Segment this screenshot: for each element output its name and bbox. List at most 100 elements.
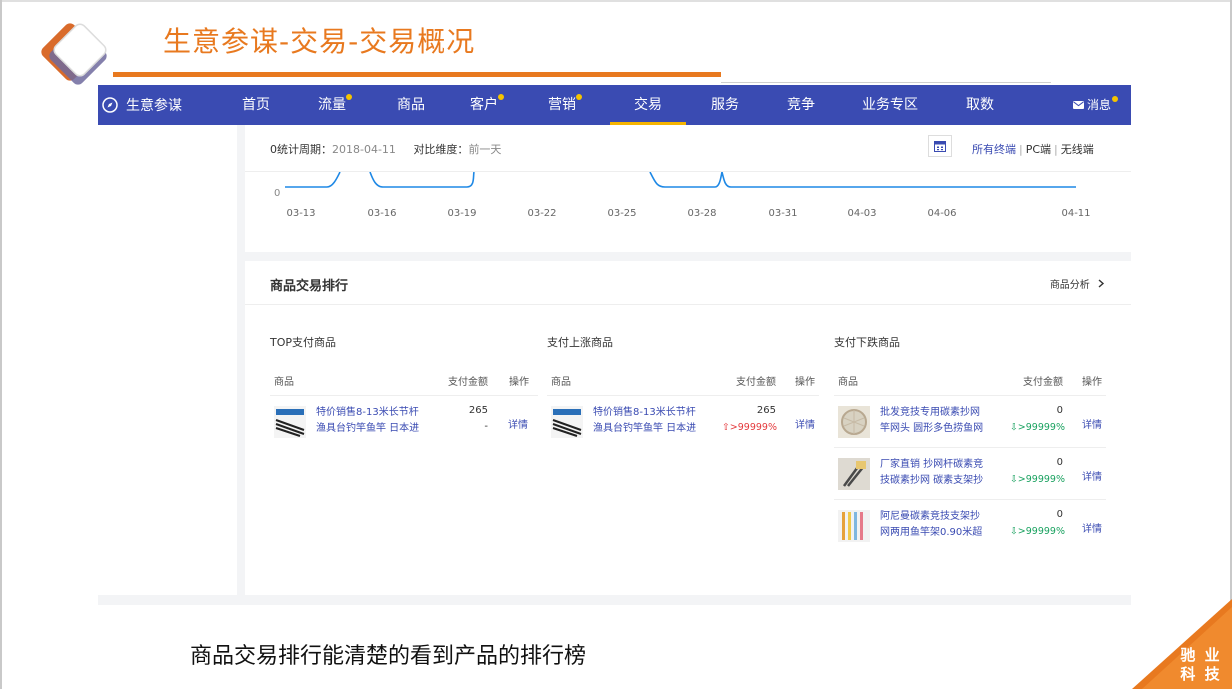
product-name-link[interactable]: 厂家直销 抄网杆碳素竞 技碳素抄网 碳素支架抄 <box>880 457 998 489</box>
change-rate-up: ⇧>99999% <box>707 422 777 433</box>
product-name-line: 特价销售8-13米长节杆 <box>316 407 419 418</box>
x-tick-label: 03-16 <box>367 208 396 219</box>
top-nav: 生意参谋 首页 流量 商品 客户 营销 交易 服务 竞争 业务专区 取数 消息 <box>98 85 1131 125</box>
y-tick-label: 0 <box>274 188 280 199</box>
pay-amount: 265 <box>468 405 488 416</box>
nav-label: 营销 <box>548 97 576 113</box>
divider <box>547 395 819 396</box>
nav-item-customer[interactable]: 客户 <box>454 85 514 125</box>
ranking-title: 商品交易排行 <box>270 279 349 294</box>
nav-item-marketing[interactable]: 营销 <box>514 85 610 125</box>
nav-label: 交易 <box>634 97 662 113</box>
pay-amount: 0 <box>1056 509 1063 520</box>
col-header-product: 商品 <box>274 377 294 388</box>
arrow-down-icon: ⇩ <box>1009 422 1018 433</box>
nav-item-product[interactable]: 商品 <box>368 85 454 125</box>
compass-icon <box>102 97 118 113</box>
message-button[interactable]: 消息 <box>1072 85 1118 125</box>
tab-pc[interactable]: PC端 <box>1026 143 1051 156</box>
trend-panel: 0统计周期：2018-04-11 对比维度：前一天 所有终端 | PC端 | 无线端 0… <box>245 125 1131 252</box>
x-tick-label: 03-22 <box>527 208 556 219</box>
notification-dot <box>498 94 504 100</box>
product-name-link[interactable]: 特价销售8-13米长节杆 渔具台钓竿鱼竿 日本进 <box>316 405 434 437</box>
message-label: 消息 <box>1086 98 1111 112</box>
nav-brand[interactable]: 生意参谋 <box>102 95 216 115</box>
col-header-action: 操作 <box>795 377 815 388</box>
pay-amount: 0 <box>1056 457 1063 468</box>
change-rate: - <box>484 421 488 432</box>
title-underline <box>113 72 721 77</box>
change-rate-value: >99999% <box>1017 474 1065 485</box>
nav-label: 取数 <box>966 97 994 113</box>
nav-item-trade[interactable]: 交易 <box>610 85 686 125</box>
product-name-line: 网两用鱼竿架0.90米超 <box>880 527 983 538</box>
period-value[interactable]: 2018-04-11 <box>332 143 396 156</box>
change-rate-value: >99999% <box>1017 526 1065 537</box>
corner-brand: 驰 业 科 技 <box>1180 646 1222 684</box>
notification-dot <box>346 94 352 100</box>
divider <box>834 499 1106 500</box>
product-analysis-link[interactable]: 商品分析 <box>1050 276 1105 291</box>
nav-label: 商品 <box>397 97 425 113</box>
arrow-up-icon: ⇧ <box>721 422 730 433</box>
col-header-amount: 支付金额 <box>1023 377 1063 388</box>
x-tick-label: 03-31 <box>768 208 797 219</box>
product-name-link[interactable]: 特价销售8-13米长节杆 渔具台钓竿鱼竿 日本进 <box>593 405 711 437</box>
app-screenshot: 生意参谋 首页 流量 商品 客户 营销 交易 服务 竞争 业务专区 取数 消息 … <box>98 85 1131 620</box>
brand-label: 生意参谋 <box>126 98 182 114</box>
filter-row: 0统计周期：2018-04-11 对比维度：前一天 <box>270 141 501 157</box>
x-tick-label: 03-13 <box>286 208 315 219</box>
x-tick-label: 03-28 <box>687 208 716 219</box>
arrow-down-icon: ⇩ <box>1009 526 1018 537</box>
product-name-line: 厂家直销 抄网杆碳素竞 <box>880 459 984 470</box>
x-tick-label: 04-03 <box>847 208 876 219</box>
corner-brand-line: 科 技 <box>1180 665 1222 683</box>
detail-link[interactable]: 详情 <box>1082 416 1102 431</box>
mail-icon <box>1072 101 1084 109</box>
device-tabs: 所有终端 | PC端 | 无线端 <box>972 141 1094 157</box>
calendar-button[interactable] <box>928 135 952 157</box>
change-rate-value: >99999% <box>729 422 777 433</box>
arrow-down-icon: ⇩ <box>1009 474 1018 485</box>
col-header-product: 商品 <box>551 377 571 388</box>
nav-item-competition[interactable]: 竞争 <box>764 85 838 125</box>
product-name-line: 竿网头 圆形多色捞鱼网 <box>880 423 984 434</box>
nav-item-data-fetch[interactable]: 取数 <box>942 85 1018 125</box>
product-name-line: 渔具台钓竿鱼竿 日本进 <box>316 423 420 434</box>
slide-caption: 商品交易排行能清楚的看到产品的排行榜 <box>190 644 587 669</box>
nav-item-home[interactable]: 首页 <box>216 85 296 125</box>
product-name-link[interactable]: 阿尼曼碳素竞技支架抄 网两用鱼竿架0.90米超 <box>880 509 998 541</box>
product-name-line: 批发竞技专用碳素抄网 <box>880 407 980 418</box>
top-pay-title: TOP支付商品 <box>270 336 337 349</box>
product-thumbnail-fishing-rod <box>551 406 583 438</box>
notification-dot <box>1112 96 1118 102</box>
compare-label: 对比维度： <box>413 143 469 156</box>
product-name-link[interactable]: 批发竞技专用碳素抄网 竿网头 圆形多色捞鱼网 <box>880 405 998 437</box>
nav-label: 客户 <box>470 97 498 113</box>
tab-separator: | <box>1019 143 1023 156</box>
nav-item-service[interactable]: 服务 <box>686 85 764 125</box>
tab-wireless[interactable]: 无线端 <box>1061 143 1094 156</box>
detail-link[interactable]: 详情 <box>795 416 815 431</box>
slide-border <box>0 0 1232 2</box>
product-name-line: 技碳素抄网 碳素支架抄 <box>880 475 984 486</box>
product-name-line: 渔具台钓竿鱼竿 日本进 <box>593 423 697 434</box>
change-rate-value: >99999% <box>1017 422 1065 433</box>
corner-brand-line: 驰 业 <box>1180 646 1222 664</box>
compare-value[interactable]: 前一天 <box>468 143 501 156</box>
nav-label: 服务 <box>711 97 739 113</box>
divider <box>245 304 1131 305</box>
trend-line <box>285 172 1076 188</box>
col-header-action: 操作 <box>509 377 529 388</box>
detail-link[interactable]: 详情 <box>508 416 528 431</box>
detail-link[interactable]: 详情 <box>1082 468 1102 483</box>
detail-link[interactable]: 详情 <box>1082 520 1102 535</box>
nav-item-business-zone[interactable]: 业务专区 <box>838 85 942 125</box>
nav-label: 竞争 <box>787 97 815 113</box>
tab-all-devices[interactable]: 所有终端 <box>972 143 1016 156</box>
x-axis: 03-13 03-16 03-19 03-22 03-25 03-28 03-31 04-03… <box>286 208 1090 219</box>
nav-item-traffic[interactable]: 流量 <box>296 85 368 125</box>
tab-separator: | <box>1054 143 1058 156</box>
pay-amount: 0 <box>1056 405 1063 416</box>
x-tick-label: 04-11 <box>1061 208 1090 219</box>
